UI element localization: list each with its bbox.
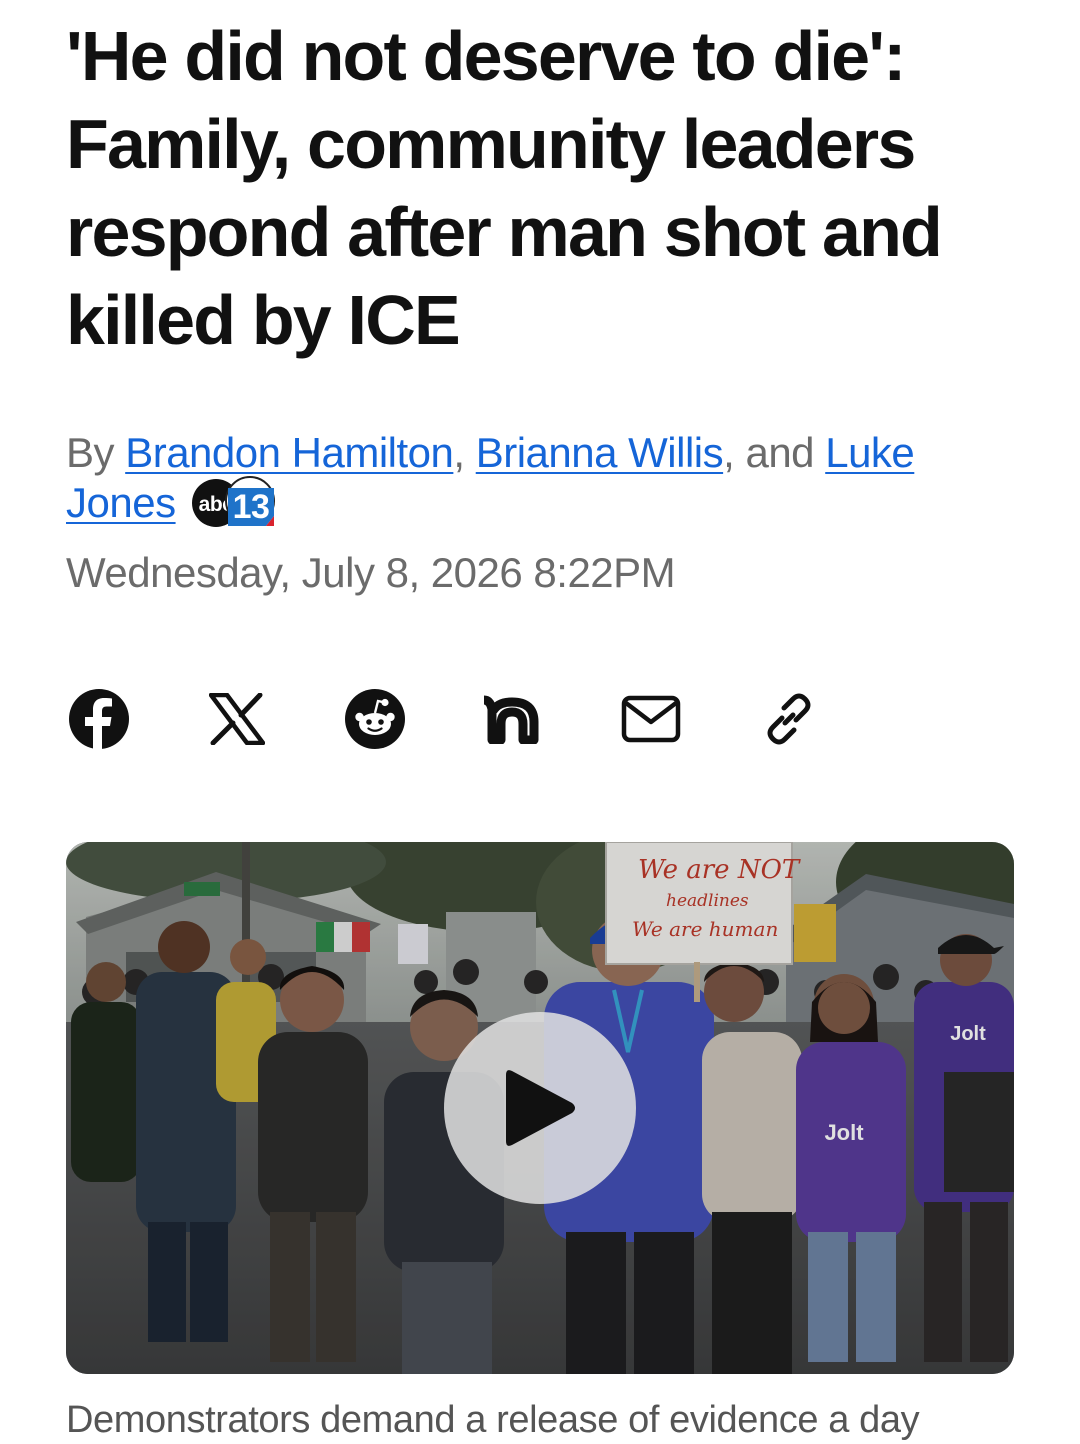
share-x-button[interactable] xyxy=(204,686,270,752)
video-player[interactable]: Jolt Jolt We are NOT headlines We are hu… xyxy=(66,842,1014,1374)
email-icon xyxy=(621,695,681,743)
abc13-number: 13 xyxy=(232,488,269,526)
byline-separator: , and xyxy=(723,429,826,476)
x-icon xyxy=(209,693,265,745)
nextdoor-icon xyxy=(483,695,539,744)
share-reddit-button[interactable] xyxy=(342,686,408,752)
copy-link-button[interactable] xyxy=(756,686,822,752)
play-icon xyxy=(506,1070,575,1146)
reddit-icon xyxy=(345,689,405,749)
share-nextdoor-button[interactable] xyxy=(480,686,546,752)
abc13-logo: abc 13 xyxy=(186,475,280,528)
publish-date: Wednesday, July 8, 2026 8:22PM xyxy=(66,549,676,596)
share-email-button[interactable] xyxy=(618,686,684,752)
link-icon xyxy=(767,693,811,745)
byline-separator: , xyxy=(453,429,476,476)
play-button[interactable] xyxy=(444,1012,636,1204)
byline-prefix: By xyxy=(66,429,126,476)
author-link-1[interactable]: Brandon Hamilton xyxy=(125,429,454,476)
article-headline: 'He did not deserve to die': Family, com… xyxy=(66,17,943,359)
byline: By Brandon Hamilton, Brianna Willis, and… xyxy=(66,428,1016,532)
facebook-icon xyxy=(69,689,129,750)
share-bar xyxy=(66,686,866,752)
author-link-2[interactable]: Brianna Willis xyxy=(476,429,724,476)
video-caption: Demonstrators demand a release of eviden… xyxy=(66,1399,920,1441)
share-facebook-button[interactable] xyxy=(66,686,132,752)
